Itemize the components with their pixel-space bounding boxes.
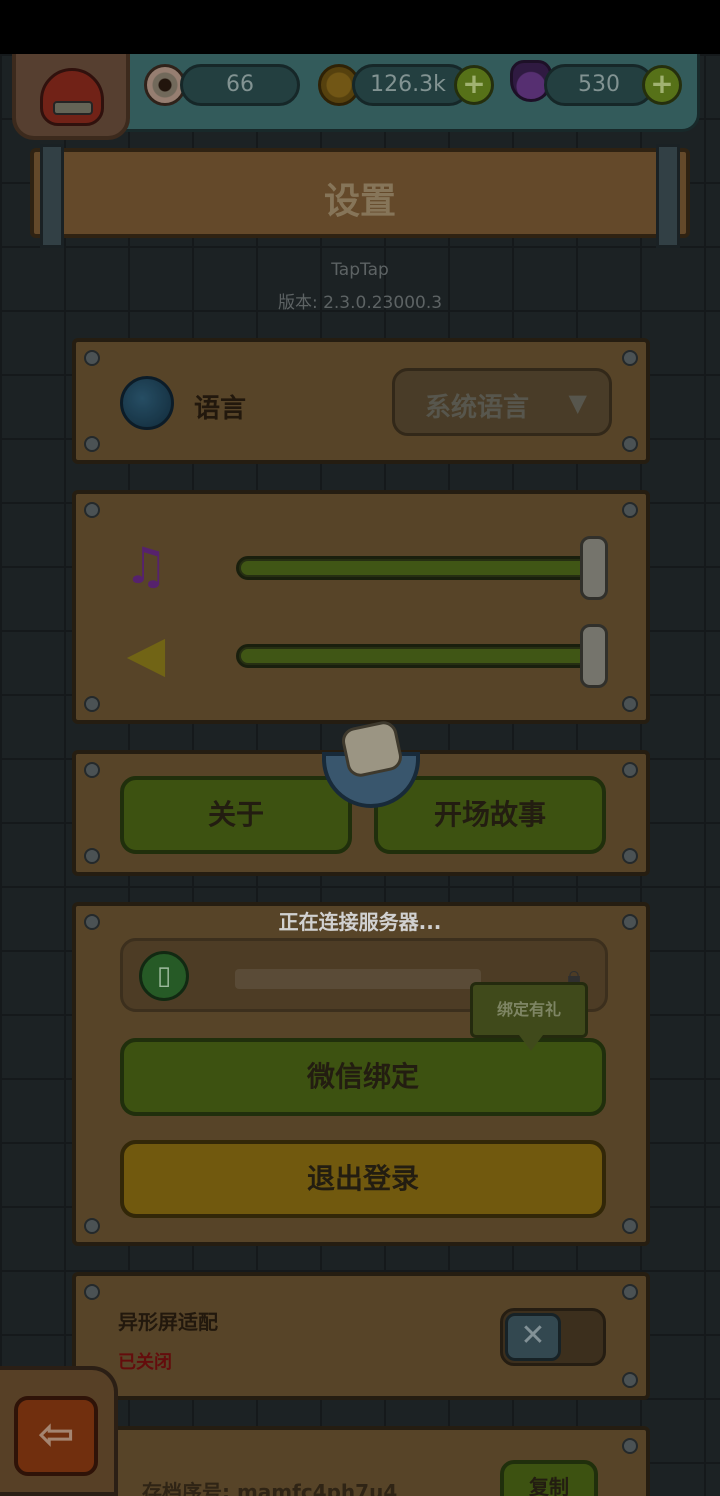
sound-slider-handle[interactable]	[580, 624, 608, 688]
page-title: 设置	[323, 181, 396, 222]
audio-panel: ♫ ◀	[72, 490, 650, 724]
connecting-message: 正在连接服务器...	[278, 910, 442, 934]
back-button[interactable]: ⇦	[0, 1366, 118, 1496]
arrow-left-icon: ⇦	[14, 1396, 98, 1476]
music-slider[interactable]	[236, 556, 596, 580]
title-board: 设置	[30, 144, 690, 248]
language-label: 语言	[194, 394, 247, 424]
about-button-label: 关于	[207, 798, 264, 831]
music-slider-handle[interactable]	[580, 536, 608, 600]
logout-label: 退出登录	[306, 1162, 419, 1195]
save-id: 存档序号: mamfc4ph7u4	[142, 1480, 398, 1496]
eyeball-count: 66	[226, 72, 254, 97]
avatar[interactable]	[12, 54, 130, 140]
globe-icon	[120, 376, 174, 430]
screen-adapt-toggle[interactable]: ✕	[500, 1308, 606, 1366]
potion-count: 530	[578, 72, 620, 97]
masked-phone-number	[235, 969, 481, 989]
account-panel: ▯ 🔒︎ 微信绑定 退出登录	[72, 902, 650, 1246]
bind-reward-badge: 绑定有礼	[470, 982, 588, 1051]
sound-slider[interactable]	[236, 644, 596, 668]
music-icon: ♫	[123, 537, 169, 595]
chevron-down-icon: ▼	[568, 389, 587, 417]
language-panel: 语言 系统语言 ▼	[72, 338, 650, 464]
add-potions-button[interactable]: +	[642, 65, 682, 105]
screen-adapt-status: 已关闭	[118, 1352, 172, 1373]
platform-label: TapTap	[331, 260, 389, 280]
language-select[interactable]: 系统语言 ▼	[392, 368, 612, 436]
phone-icon: ▯	[139, 951, 189, 1001]
copy-button[interactable]: 复制	[500, 1460, 598, 1496]
save-panel: 存档序号: mamfc4ph7u4 复制	[72, 1426, 650, 1496]
version-label: 版本: 2.3.0.23000.3	[277, 293, 443, 313]
coin-count: 126.3k	[370, 72, 446, 97]
close-icon: ✕	[505, 1313, 561, 1361]
bind-reward-label: 绑定有礼	[496, 1000, 561, 1019]
monster-face-icon	[40, 68, 104, 126]
add-coins-button[interactable]: +	[454, 65, 494, 105]
music-slider-fill	[241, 561, 591, 575]
eyeball-counter: 66	[180, 64, 300, 106]
loading-dice-icon	[318, 718, 424, 818]
sound-slider-fill	[241, 649, 591, 663]
screen-adapt-label: 异形屏适配	[118, 1310, 218, 1334]
potion-counter: 530	[544, 64, 654, 106]
coin-counter: 126.3k	[352, 64, 470, 106]
speaker-icon: ◀	[126, 625, 166, 683]
wechat-bind-label: 微信绑定	[306, 1060, 419, 1093]
copy-button-label: 复制	[529, 1475, 569, 1496]
status-bar	[0, 0, 720, 54]
language-selected-value: 系统语言	[425, 393, 530, 423]
logout-button[interactable]: 退出登录	[120, 1140, 606, 1218]
screen-adapt-panel: 异形屏适配 已关闭 ✕	[72, 1272, 650, 1400]
